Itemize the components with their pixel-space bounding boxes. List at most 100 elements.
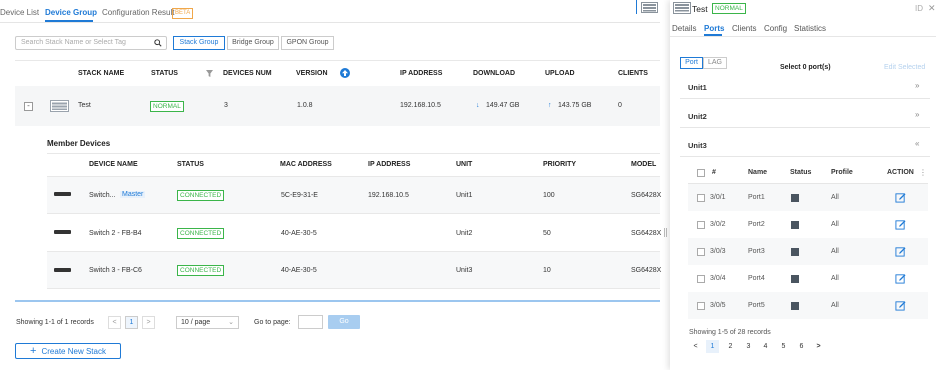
chevron-down-icon: ⌄ xyxy=(228,319,234,326)
panel-tab-clients[interactable]: Clients xyxy=(732,24,756,33)
member-ip: 192.168.10.5 xyxy=(368,192,409,199)
ports-page-1[interactable]: 1 xyxy=(706,340,719,353)
member-priority: 50 xyxy=(543,230,551,237)
collapse-toggle[interactable]: - xyxy=(24,102,33,111)
stack-name[interactable]: Test xyxy=(78,102,91,109)
stack-device-icon xyxy=(50,100,69,112)
resize-handle[interactable] xyxy=(664,228,667,237)
page-1-button[interactable]: 1 xyxy=(125,316,138,329)
member-model: SG6428X xyxy=(631,192,662,199)
scroll-indicator[interactable] xyxy=(15,300,660,302)
row-checkbox[interactable] xyxy=(697,275,705,283)
port-num: 3/0/2 xyxy=(710,221,726,228)
toggle-port[interactable]: Port xyxy=(680,57,703,69)
unit-1-header[interactable]: Unit1 xyxy=(688,83,707,92)
col-unit: UNIT xyxy=(456,161,473,168)
col-version: VERSION xyxy=(296,70,328,77)
tab-device-group[interactable]: Device Group xyxy=(45,8,97,17)
panel-tabs-divider xyxy=(670,36,936,37)
panel-tab-details[interactable]: Details xyxy=(672,24,696,33)
row-checkbox[interactable] xyxy=(697,221,705,229)
tab-configuration-result[interactable]: Configuration Result xyxy=(102,8,174,17)
per-page-select[interactable]: 10 / page ⌄ xyxy=(176,316,239,329)
port-num: 3/0/4 xyxy=(710,275,726,282)
port-name: Port1 xyxy=(748,194,765,201)
member-device-name[interactable]: Switch 3 - FB-C6 xyxy=(89,267,142,274)
goto-label: Go to page: xyxy=(254,319,291,326)
collapse-icon[interactable]: « xyxy=(915,139,919,148)
more-options-icon[interactable]: ⋮ xyxy=(919,168,927,177)
member-mac: 40-AE-30-5 xyxy=(281,230,317,237)
ports-page-2[interactable]: 2 xyxy=(724,340,737,353)
next-page-button[interactable]: > xyxy=(142,316,155,329)
col-devices-num: DEVICES NUM xyxy=(223,70,272,77)
upload: 143.75 GB xyxy=(558,102,592,109)
port-num: 3/0/3 xyxy=(710,248,726,255)
edit-selected-button[interactable]: Edit Selected xyxy=(884,64,925,71)
member-top-line xyxy=(47,153,660,154)
port-status-indicator xyxy=(791,221,799,229)
select-all-checkbox[interactable] xyxy=(697,169,705,177)
filter-gpon-group[interactable]: GPON Group xyxy=(281,36,334,50)
member-status-badge: CONNECTED xyxy=(177,265,225,276)
port-profile: All xyxy=(831,194,839,201)
stack-device-icon xyxy=(641,2,658,13)
toggle-lag[interactable]: LAG xyxy=(703,57,727,69)
tab-device-list[interactable]: Device List xyxy=(0,8,39,17)
ports-page-5[interactable]: 5 xyxy=(777,340,790,353)
ports-next-page-button[interactable]: > xyxy=(812,340,825,353)
ports-page-6[interactable]: 6 xyxy=(795,340,808,353)
row-checkbox[interactable] xyxy=(697,194,705,202)
ports-page-4[interactable]: 4 xyxy=(759,340,772,353)
panel-tab-config[interactable]: Config xyxy=(764,24,787,33)
edit-icon[interactable] xyxy=(895,300,906,311)
filter-bridge-group[interactable]: Bridge Group xyxy=(227,36,279,50)
port-profile: All xyxy=(831,248,839,255)
master-tag: Master xyxy=(120,191,146,198)
member-status-badge: CONNECTED xyxy=(177,190,225,201)
prev-page-button[interactable]: < xyxy=(108,316,121,329)
panel-tab-statistics[interactable]: Statistics xyxy=(794,24,826,33)
upload-arrow-icon: ↑ xyxy=(548,102,552,109)
col-port-action: ACTION xyxy=(887,169,914,176)
member-device-name[interactable]: Switch 2 - FB-B4 xyxy=(89,230,142,237)
edit-icon[interactable] xyxy=(895,273,906,284)
goto-page-input[interactable] xyxy=(298,315,323,329)
col-port-num: # xyxy=(712,169,716,176)
panel-title: Test xyxy=(692,4,708,14)
col-stack-name: STACK NAME xyxy=(78,70,125,77)
stack-detail-panel: Test NORMAL ID ✕ Details Ports Clients C… xyxy=(670,0,936,370)
expand-icon[interactable]: » xyxy=(915,81,919,90)
member-device-name[interactable]: Switch... xyxy=(89,192,115,199)
unit-2-header[interactable]: Unit2 xyxy=(688,112,707,121)
col-model: MODEL xyxy=(631,161,657,168)
unit-3-header[interactable]: Unit3 xyxy=(688,141,707,150)
ports-prev-page-button[interactable]: < xyxy=(689,340,702,353)
id-label[interactable]: ID xyxy=(915,4,923,13)
col-ip-address: IP ADDRESS xyxy=(400,70,443,77)
panel-tab-ports[interactable]: Ports xyxy=(704,24,724,33)
expand-icon[interactable]: » xyxy=(915,110,919,119)
row-checkbox[interactable] xyxy=(697,248,705,256)
row-checkbox[interactable] xyxy=(697,302,705,310)
filter-icon[interactable] xyxy=(206,70,213,77)
edit-icon[interactable] xyxy=(895,219,906,230)
ports-page-3[interactable]: 3 xyxy=(742,340,755,353)
switch-icon xyxy=(54,192,71,196)
filter-stack-group[interactable]: Stack Group xyxy=(173,36,225,50)
upgrade-icon[interactable] xyxy=(340,68,350,78)
ip-address: 192.168.10.5 xyxy=(400,102,441,109)
col-port-name: Name xyxy=(748,169,768,176)
unit-divider xyxy=(680,98,930,99)
go-button[interactable]: Go xyxy=(328,315,360,329)
col-port-status: Status xyxy=(790,169,812,176)
port-status-indicator xyxy=(791,275,799,283)
search-input[interactable]: Search Stack Name or Select Tag xyxy=(15,36,167,50)
edit-icon[interactable] xyxy=(895,246,906,257)
col-clients: CLIENTS xyxy=(618,70,648,77)
edit-icon[interactable] xyxy=(895,192,906,203)
create-new-stack-button[interactable]: + Create New Stack xyxy=(15,343,121,359)
member-unit: Unit1 xyxy=(456,192,473,199)
search-icon[interactable] xyxy=(154,39,162,47)
close-icon[interactable]: ✕ xyxy=(928,3,936,14)
